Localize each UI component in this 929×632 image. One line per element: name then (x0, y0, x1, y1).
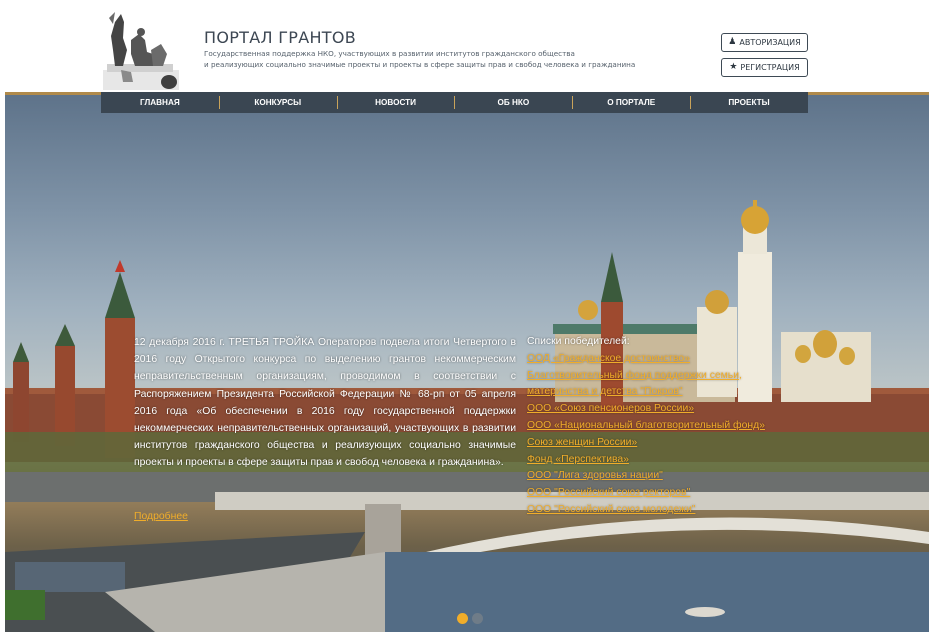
carousel-dot-1[interactable] (457, 613, 468, 624)
star-icon: ★ (729, 62, 738, 72)
login-label: АВТОРИЗАЦИЯ (739, 38, 801, 47)
monument-logo-icon[interactable] (101, 10, 181, 92)
winners-title: Списки победителей: (527, 336, 630, 347)
nav-item-about-nko[interactable]: ОБ НКО (454, 92, 572, 113)
nav-item-news[interactable]: НОВОСТИ (336, 92, 455, 113)
login-button[interactable]: ♟ АВТОРИЗАЦИЯ (721, 33, 808, 52)
main-nav: ГЛАВНАЯ КОНКУРСЫ НОВОСТИ ОБ НКО О ПОРТАЛ… (101, 92, 808, 113)
subtitle-line-2: и реализующих социально значимые проекты… (204, 59, 636, 69)
site-subtitle: Государственная поддержка НКО, участвующ… (204, 49, 674, 70)
nav-item-home[interactable]: ГЛАВНАЯ (101, 92, 219, 113)
winner-link[interactable]: ООО "Российский союз молодежи" (527, 502, 767, 519)
carousel-dot-2[interactable] (472, 613, 483, 624)
subtitle-line-1: Государственная поддержка НКО, участвующ… (204, 49, 575, 58)
nav-item-projects[interactable]: ПРОЕКТЫ (690, 92, 808, 113)
winner-link[interactable]: ООД «Гражданское достоинство» (527, 351, 767, 368)
winner-link[interactable]: ООО "Лига здоровья нации" (527, 468, 767, 485)
winner-link[interactable]: Фонд «Перспектива» (527, 452, 767, 469)
winner-link[interactable]: ООО «Союз пенсионеров России» (527, 401, 767, 418)
winner-link[interactable]: ООО "Российский союз ректоров" (527, 485, 767, 502)
read-more-link[interactable]: Подробнее (134, 511, 188, 522)
winners-list: Списки победителей: ООД «Гражданское дос… (527, 334, 767, 519)
news-announcement-text: 12 декабря 2016 г. ТРЕТЬЯ ТРОЙКА Операто… (134, 337, 516, 469)
carousel-dots (457, 613, 483, 624)
nav-item-contests[interactable]: КОНКУРСЫ (218, 92, 337, 113)
winner-link[interactable]: Благотворительный фонд поддержки семьи, … (527, 368, 767, 402)
page: ПОРТАЛ ГРАНТОВ Государственная поддержка… (5, 8, 929, 632)
winner-link[interactable]: ООО «Национальный благотворительный фонд… (527, 418, 767, 435)
user-icon: ♟ (728, 37, 737, 47)
register-label: РЕГИСТРАЦИЯ (740, 63, 800, 72)
site-title[interactable]: ПОРТАЛ ГРАНТОВ (204, 28, 356, 47)
register-button[interactable]: ★ РЕГИСТРАЦИЯ (721, 58, 808, 77)
winner-link[interactable]: Союз женщин России» (527, 435, 767, 452)
nav-item-about-portal[interactable]: О ПОРТАЛЕ (572, 92, 690, 113)
header: ПОРТАЛ ГРАНТОВ Государственная поддержка… (5, 8, 929, 92)
